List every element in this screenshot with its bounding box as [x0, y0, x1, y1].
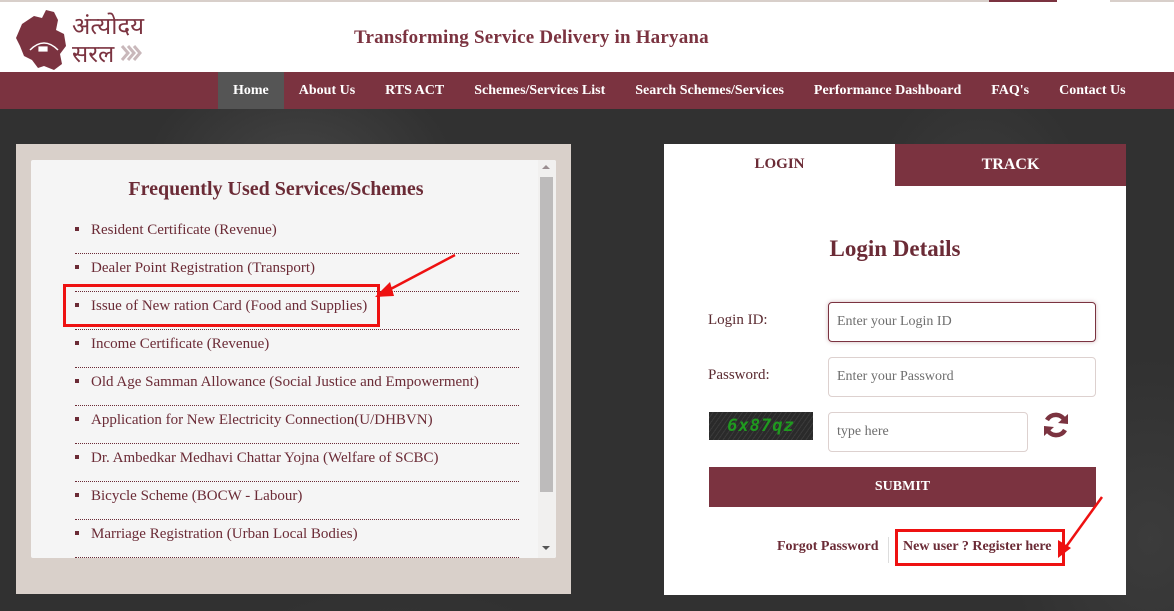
bullet-icon: [75, 531, 79, 535]
service-item-label[interactable]: Resident Certificate (Revenue): [91, 222, 277, 238]
services-title: Frequently Used Services/Schemes: [128, 178, 424, 200]
service-item-label[interactable]: Application for New Electricity Connecti…: [91, 412, 433, 428]
nav-home[interactable]: Home: [218, 72, 284, 109]
nav-about-us[interactable]: About Us: [284, 72, 370, 109]
bullet-icon: [75, 493, 79, 497]
bullet-icon: [75, 227, 79, 231]
service-item-label[interactable]: Dr. Ambedkar Medhavi Chattar Yojna (Welf…: [91, 450, 438, 466]
tab-track[interactable]: TRACK: [895, 144, 1126, 186]
password-input[interactable]: [828, 357, 1096, 397]
bullet-icon: [75, 455, 79, 459]
nav-rts-act[interactable]: RTS ACT: [370, 72, 459, 109]
service-item[interactable]: Resident Certificate (Revenue): [75, 216, 519, 254]
login-panel: LOGIN TRACK Login Details Login ID: Pass…: [664, 144, 1126, 595]
services-list: Resident Certificate (Revenue) Dealer Po…: [75, 216, 519, 558]
register-link[interactable]: New user ? Register here: [903, 539, 1052, 555]
nav-schemes-services-list[interactable]: Schemes/Services List: [459, 72, 620, 109]
service-item-label[interactable]: Marriage Registration (Urban Local Bodie…: [91, 526, 358, 542]
service-item-label[interactable]: Income Certificate (Revenue): [91, 336, 269, 352]
nav-performance-dashboard[interactable]: Performance Dashboard: [799, 72, 976, 109]
antyodaya-saral-logo[interactable]: अंत्योदय सरल: [14, 6, 149, 72]
nav-search-schemes-services[interactable]: Search Schemes/Services: [620, 72, 799, 109]
service-item[interactable]: Issue of New ration Card (Food and Suppl…: [75, 292, 519, 330]
site-header: अंत्योदय सरल Transforming Service Delive…: [0, 2, 1174, 72]
bullet-icon: [75, 341, 79, 345]
service-item[interactable]: Old Age Samman Allowance (Social Justice…: [75, 368, 519, 406]
link-separator: [888, 537, 889, 563]
login-title: Login Details: [829, 236, 961, 261]
bullet-icon: [75, 265, 79, 269]
service-item[interactable]: Bicycle Scheme (BOCW - Labour): [75, 482, 519, 520]
submit-button[interactable]: SUBMIT: [709, 467, 1096, 507]
captcha-input[interactable]: [828, 412, 1028, 452]
nav-contact-us[interactable]: Contact Us: [1044, 72, 1141, 109]
service-item-label[interactable]: Dealer Point Registration (Transport): [91, 260, 315, 276]
services-scrollbar[interactable]: [538, 160, 556, 558]
scroll-up-arrow-icon[interactable]: [542, 165, 550, 169]
service-item[interactable]: Application for New Electricity Connecti…: [75, 406, 519, 444]
bullet-icon: [75, 303, 79, 307]
services-scroll-box: Frequently Used Services/Schemes Residen…: [31, 160, 556, 558]
bullet-icon: [75, 417, 79, 421]
scroll-thumb[interactable]: [540, 177, 553, 492]
login-links: Forgot Password New user ? Register here: [664, 535, 1126, 563]
logo-text-line1: अंत्योदय: [72, 12, 145, 40]
login-id-input[interactable]: [828, 302, 1096, 342]
nav-faqs[interactable]: FAQ's: [976, 72, 1044, 109]
service-item[interactable]: Dealer Point Registration (Transport): [75, 254, 519, 292]
service-item-label[interactable]: Issue of New ration Card (Food and Suppl…: [91, 298, 367, 314]
site-tagline: Transforming Service Delivery in Haryana: [354, 27, 709, 48]
service-item[interactable]: Marriage Registration (Urban Local Bodie…: [75, 520, 519, 558]
service-item[interactable]: Dr. Ambedkar Medhavi Chattar Yojna (Welf…: [75, 444, 519, 482]
logo-text-line2: सरल: [72, 40, 115, 68]
nav-menu: Home About Us RTS ACT Schemes/Services L…: [218, 72, 1141, 109]
tab-login[interactable]: LOGIN: [664, 144, 895, 186]
service-item-label[interactable]: Old Age Samman Allowance (Social Justice…: [91, 374, 479, 390]
bullet-icon: [75, 379, 79, 383]
forgot-password-link[interactable]: Forgot Password: [777, 539, 879, 555]
refresh-captcha-icon[interactable]: [1041, 410, 1071, 440]
haryana-map-icon: अंत्योदय सरल: [16, 10, 145, 70]
captcha-image: 6x87qz: [709, 412, 813, 440]
chevrons-icon: [120, 45, 142, 61]
login-id-label: Login ID:: [708, 312, 768, 328]
scroll-down-arrow-icon[interactable]: [542, 546, 550, 550]
service-item-label[interactable]: Bicycle Scheme (BOCW - Labour): [91, 488, 302, 504]
service-item[interactable]: Income Certificate (Revenue): [75, 330, 519, 368]
password-label: Password:: [708, 367, 770, 383]
main-navbar: Home About Us RTS ACT Schemes/Services L…: [0, 72, 1174, 109]
